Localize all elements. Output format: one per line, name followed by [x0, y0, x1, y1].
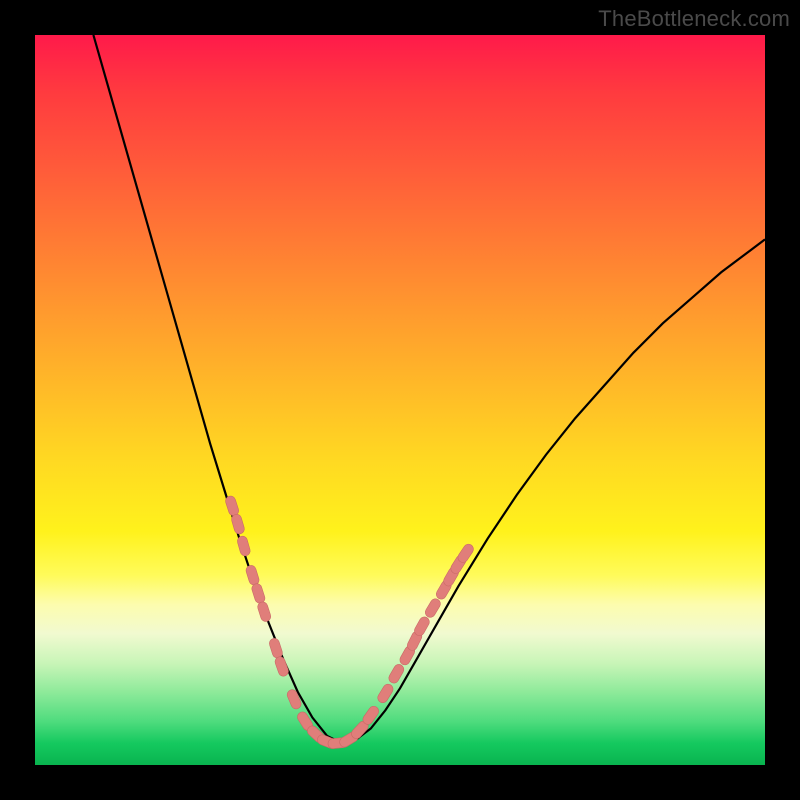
curve-marker	[256, 601, 272, 623]
curve-marker	[286, 688, 303, 710]
curve-layer	[35, 35, 765, 765]
plot-area	[35, 35, 765, 765]
chart-frame: TheBottleneck.com	[0, 0, 800, 800]
curve-marker	[268, 637, 284, 659]
curve-marker	[251, 582, 267, 604]
curve-marker	[413, 615, 431, 637]
curve-marker	[224, 495, 240, 517]
curve-marker	[230, 513, 245, 535]
curve-marker	[423, 597, 442, 619]
curve-marker	[236, 535, 251, 557]
bottleneck-curve	[93, 35, 765, 743]
watermark-text: TheBottleneck.com	[598, 6, 790, 32]
curve-marker	[245, 564, 260, 586]
